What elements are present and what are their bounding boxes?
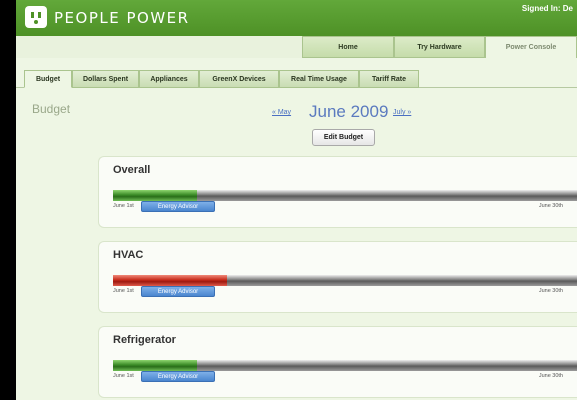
tab-real-time-usage[interactable]: Real Time Usage bbox=[279, 70, 359, 88]
budget-panel-hvac: HVAC June 1st June 30th Energy Advisor bbox=[98, 241, 577, 313]
budget-progress-track bbox=[113, 275, 577, 286]
month-title: June 2009 bbox=[309, 102, 389, 121]
budget-progress-track bbox=[113, 190, 577, 201]
outlet-logo-icon[interactable] bbox=[25, 6, 47, 28]
energy-advisor-button[interactable]: Energy Advisor bbox=[141, 201, 215, 212]
budget-progress-fill bbox=[113, 190, 197, 201]
nav-try-hardware[interactable]: Try Hardware bbox=[394, 36, 485, 58]
budget-subtabs: Budget Dollars Spent Appliances GreenX D… bbox=[16, 70, 577, 88]
budget-progress-fill bbox=[113, 360, 197, 371]
signed-in-text: Signed In: De bbox=[521, 4, 573, 13]
nav-home[interactable]: Home bbox=[302, 36, 394, 58]
end-date-label: June 30th bbox=[538, 203, 563, 209]
budget-progress-track bbox=[113, 360, 577, 371]
budget-panel-overall: Overall June 1st June 30th Energy Adviso… bbox=[98, 156, 577, 228]
end-date-label: June 30th bbox=[538, 373, 563, 379]
budget-panel-refrigerator: Refrigerator June 1st June 30th Energy A… bbox=[98, 326, 577, 398]
brand-name: PEOPLE POWER bbox=[54, 9, 190, 27]
tab-dollars-spent[interactable]: Dollars Spent bbox=[72, 70, 139, 88]
main-nav: Home Try Hardware Power Console bbox=[16, 36, 577, 58]
panel-title: HVAC bbox=[113, 249, 144, 261]
start-date-label: June 1st bbox=[113, 373, 134, 379]
panel-title: Refrigerator bbox=[113, 334, 176, 346]
start-date-label: June 1st bbox=[113, 288, 134, 294]
tab-appliances[interactable]: Appliances bbox=[139, 70, 199, 88]
budget-progress-fill bbox=[113, 275, 227, 286]
tab-budget[interactable]: Budget bbox=[24, 70, 72, 88]
energy-advisor-button[interactable]: Energy Advisor bbox=[141, 371, 215, 382]
energy-advisor-button[interactable]: Energy Advisor bbox=[141, 286, 215, 297]
nav-power-console[interactable]: Power Console bbox=[485, 36, 577, 58]
app-window: PEOPLE POWER Signed In: De Home Try Hard… bbox=[16, 0, 577, 400]
start-date-label: June 1st bbox=[113, 203, 134, 209]
sidebar-title: Budget bbox=[32, 102, 71, 116]
edit-budget-button[interactable]: Edit Budget bbox=[312, 129, 375, 146]
panel-title: Overall bbox=[113, 164, 151, 176]
previous-month-link[interactable]: « May bbox=[272, 109, 291, 116]
next-month-link[interactable]: July » bbox=[393, 109, 411, 116]
site-header: PEOPLE POWER Signed In: De bbox=[16, 0, 577, 36]
end-date-label: June 30th bbox=[538, 288, 563, 294]
tab-greenx-devices[interactable]: GreenX Devices bbox=[199, 70, 279, 88]
tab-tariff-rate[interactable]: Tariff Rate bbox=[359, 70, 419, 88]
